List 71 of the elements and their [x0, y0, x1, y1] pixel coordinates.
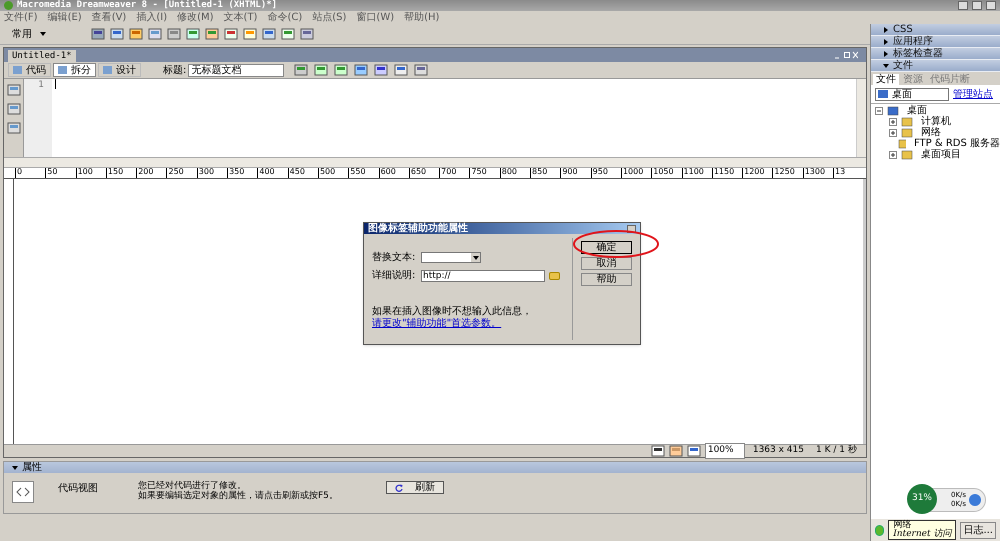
tree-item[interactable]: 网络	[921, 125, 941, 140]
view-button[interactable]: 代码	[8, 63, 51, 77]
menu-item[interactable]: 命令(C)	[267, 12, 302, 22]
expand-toggle[interactable]	[889, 150, 897, 158]
menu-item[interactable]: 文件(F)	[4, 12, 38, 22]
panel-header[interactable]: CSS	[871, 24, 1000, 36]
expand-toggle[interactable]	[889, 118, 897, 126]
help-note: 如果在插入图像时不想输入此信息， 请更改"辅助功能"首选参数。	[372, 306, 533, 330]
category-dropdown[interactable]: 常用	[12, 26, 67, 42]
document-tab[interactable]: Untitled-1*	[8, 50, 76, 62]
tree-item[interactable]: 桌面	[907, 103, 927, 118]
minimize-button[interactable]	[958, 1, 968, 10]
vertical-scrollbar[interactable]	[856, 79, 866, 157]
folder-icon	[901, 116, 913, 126]
tooltip: 网络 Internet 访问	[888, 520, 956, 540]
menu-item[interactable]: 帮助(H)	[404, 12, 440, 22]
add-icon[interactable]	[969, 494, 981, 506]
window-size[interactable]: 1363 x 415	[748, 444, 808, 458]
alt-text-dropdown[interactable]	[421, 252, 481, 263]
code-view-icon	[12, 481, 34, 503]
restore-button[interactable]	[972, 1, 982, 10]
view-button[interactable]: 拆分	[53, 63, 96, 77]
panel-tab[interactable]: 文件	[873, 74, 899, 85]
menu-item[interactable]: 窗口(W)	[356, 12, 394, 22]
menu-item[interactable]: 文本(T)	[224, 12, 258, 22]
menu-item[interactable]: 编辑(E)	[48, 12, 82, 22]
window-controls-icon[interactable]	[834, 51, 858, 59]
title-label: 标题:	[163, 64, 186, 78]
dialog-button[interactable]: 帮助	[581, 273, 632, 286]
collapse-toggle[interactable]	[875, 106, 883, 114]
zoom-dropdown[interactable]: 100%	[704, 443, 745, 459]
expand-toggle[interactable]	[889, 128, 897, 136]
dialog-button[interactable]: 取消	[581, 257, 632, 270]
title-field[interactable]: 无标题文档	[188, 64, 284, 76]
vertical-scrollbar[interactable]	[863, 179, 866, 444]
app-icon	[4, 1, 13, 10]
description-field[interactable]: http://	[421, 270, 545, 282]
menu-item[interactable]: 修改(M)	[177, 12, 214, 22]
monitor-icon	[887, 106, 899, 116]
panel-header[interactable]: 文件	[871, 60, 1000, 72]
menu-item[interactable]: 站点(S)	[312, 12, 346, 22]
download-speed: 1 K / 1 秒	[815, 444, 858, 458]
mode-label: 代码视图	[58, 482, 99, 496]
properties-header[interactable]: 属性	[4, 462, 866, 473]
ruler: 0 50 100 150 200 250 300 350 400 450 500 550 600 650 700 750 800 850 900 950 1000 1050 1100 1150 1200 1250 1300 13	[4, 168, 866, 179]
horizontal-scrollbar[interactable]	[4, 157, 866, 168]
expanded-arrow-icon	[883, 62, 889, 68]
view-button[interactable]: 设计	[98, 63, 141, 77]
manage-sites-link[interactable]: 管理站点	[953, 86, 993, 102]
dialog-button[interactable]: 确定	[581, 241, 632, 254]
panel-header[interactable]: 应用程序	[871, 36, 1000, 48]
caret-icon	[472, 254, 478, 260]
menu-item[interactable]: 查看(V)	[92, 12, 126, 22]
window-title: Macromedia Dreamweaver 8 - [Untitled-1 (XHTML)*]	[17, 1, 278, 10]
line-number: 1	[37, 79, 44, 92]
log-button[interactable]: 日志...	[960, 522, 996, 538]
refresh-button[interactable]: 刷新	[386, 481, 444, 494]
panel-header[interactable]: 标签检查器	[871, 48, 1000, 60]
preferences-link[interactable]: 请更改"辅助功能"首选参数。	[372, 318, 502, 329]
message-line: 您已经对代码进行了修改。	[138, 481, 247, 491]
location-dropdown[interactable]: 桌面	[875, 88, 949, 100]
caret-icon	[40, 31, 46, 37]
close-button[interactable]	[986, 1, 996, 10]
status-icon	[875, 524, 884, 536]
message-line: 如果要编辑选定对象的属性，请点击刷新或按F5。	[138, 491, 338, 501]
menu-item[interactable]: 插入(I)	[136, 12, 168, 22]
tree-item[interactable]: 桌面项目	[921, 147, 961, 162]
dialog-title: 图像标签辅助功能属性	[368, 224, 469, 234]
field-label: 详细说明:	[372, 268, 416, 283]
field-label: 替换文本:	[372, 250, 416, 265]
expanded-arrow-icon	[12, 464, 18, 470]
